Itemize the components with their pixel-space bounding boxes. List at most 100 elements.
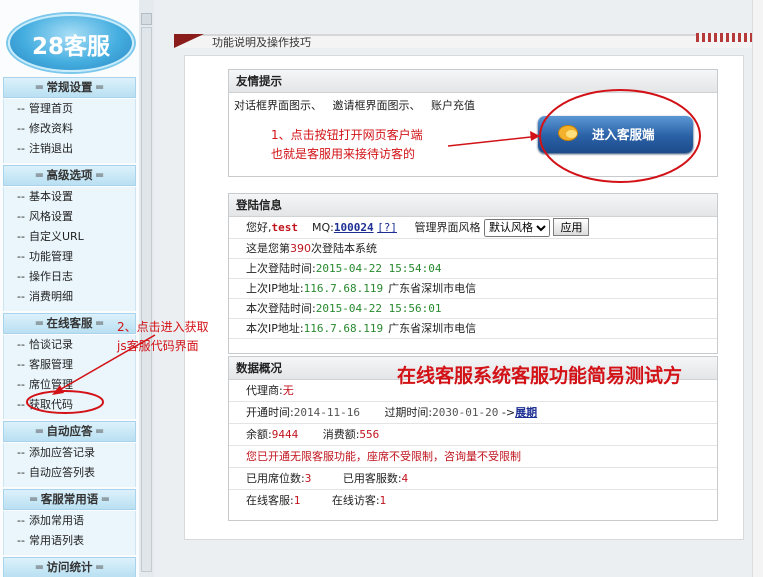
login-info-value: 116.7.68.119 xyxy=(303,322,384,335)
sidebar-item-prefix: -- xyxy=(17,398,25,411)
section-bar-icon: ═ xyxy=(30,492,41,506)
sidebar-section-title: 在线客服 xyxy=(46,316,93,330)
login-info-row: 上次登陆时间:2015-04-22 15:54:04 xyxy=(229,259,717,279)
login-info-row: 本次IP地址:116.7.68.119 广东省深圳市电信 xyxy=(229,319,717,339)
section-bar-icon: ═ xyxy=(92,316,104,330)
annotation-1: 1、点击按钮打开网页客户端 也就是客服用来接待访客的 xyxy=(271,126,423,164)
username: test xyxy=(271,221,299,234)
help-link[interactable]: [?] xyxy=(377,221,397,234)
link-sep: 、 xyxy=(311,99,322,112)
apply-button[interactable]: 应用 xyxy=(553,218,590,236)
sidebar-section-header[interactable]: ═ 客服常用语 ═ xyxy=(3,489,136,510)
login-info-value: 2015-04-22 15:54:04 xyxy=(315,262,442,275)
sidebar-item[interactable]: -- 自定义URL xyxy=(4,227,135,247)
style-label: 管理界面风格 xyxy=(414,221,481,234)
link-invite-dialog[interactable]: 邀请框界面图示 xyxy=(333,99,410,112)
annotation-1-line1: 1、点击按钮打开网页客户端 xyxy=(271,128,423,142)
link-recharge[interactable]: 账户充值 xyxy=(431,99,475,112)
section-bar-icon: ═ xyxy=(35,80,47,94)
notice-row: 您已开通无限客服功能，座席不受限制，咨询量不受限制 xyxy=(229,446,717,468)
balance-label: 余额: xyxy=(246,428,272,441)
agents-value: 4 xyxy=(401,472,409,485)
style-select[interactable]: 默认风格 xyxy=(483,218,550,237)
sidebar-section-header[interactable]: ═ 访问统计 ═ xyxy=(3,557,136,577)
sidebar-item[interactable]: -- 基本设置 xyxy=(4,187,135,207)
sidebar-menu-group: -- 管理首页 -- 修改资料 -- 注销退出 xyxy=(3,99,136,163)
sidebar-item-prefix: -- xyxy=(17,210,25,223)
extend-link[interactable]: 展期 xyxy=(515,406,537,419)
sidebar-item-label: 消费明细 xyxy=(28,290,73,303)
sidebar-item-label: 获取代码 xyxy=(28,398,73,411)
link-chat-dialog[interactable]: 对话框界面图示 xyxy=(234,99,311,112)
sidebar-item-prefix: -- xyxy=(17,230,25,243)
sidebar-item-label: 自动应答列表 xyxy=(28,466,95,479)
seats-label: 已用席位数: xyxy=(246,472,305,485)
sidebar-item-prefix: -- xyxy=(17,446,25,459)
sidebar-item[interactable]: -- 消费明细 xyxy=(4,287,135,307)
sidebar-item-label: 自定义URL xyxy=(28,230,84,243)
sidebar-item[interactable]: -- 修改资料 xyxy=(4,119,135,139)
online-value: 1 xyxy=(293,494,301,507)
expire-label: 过期时间: xyxy=(384,406,433,419)
login-count-row: 这是您第390次登陆本系统 xyxy=(229,239,717,259)
sidebar-section-header[interactable]: ═ 高级选项 ═ xyxy=(3,165,136,186)
sidebar-section-header[interactable]: ═ 自动应答 ═ xyxy=(3,421,136,442)
sidebar-item-prefix: -- xyxy=(17,358,25,371)
login-info-value: 116.7.68.119 xyxy=(303,282,384,295)
sidebar-item-prefix: -- xyxy=(17,142,25,155)
sidebar-item[interactable]: -- 席位管理 xyxy=(4,375,135,395)
open-label: 开通时间: xyxy=(246,406,294,419)
sidebar-item[interactable]: -- 添加应答记录 xyxy=(4,443,135,463)
link-sep: 、 xyxy=(409,99,421,112)
balance-value: 9444 xyxy=(271,428,299,441)
sidebar-item[interactable]: -- 风格设置 xyxy=(4,207,135,227)
sidebar-item-prefix: -- xyxy=(17,466,25,479)
login-info-label: 上次登陆时间: xyxy=(246,262,316,275)
sidebar-item[interactable]: -- 操作日志 xyxy=(4,267,135,287)
arrow-text: -> xyxy=(501,406,516,419)
enter-client-button[interactable]: 进入客服端 xyxy=(538,116,693,153)
section-bar-icon: ═ xyxy=(35,168,47,182)
sidebar-item[interactable]: -- 功能管理 xyxy=(4,247,135,267)
sidebar-item[interactable]: -- 恰谈记录 xyxy=(4,335,135,355)
count-post: 次登陆本系统 xyxy=(311,242,377,255)
sidebar-item-label: 操作日志 xyxy=(28,270,73,283)
sidebar-scrollbar[interactable] xyxy=(139,0,154,577)
sidebar-section-header[interactable]: ═ 常规设置 ═ xyxy=(3,77,136,98)
scroll-thumb[interactable] xyxy=(141,27,152,572)
section-bar-icon: ═ xyxy=(92,560,104,574)
sidebar-item-label: 功能管理 xyxy=(28,250,73,263)
sidebar-section-title: 客服常用语 xyxy=(40,492,99,506)
sidebar-section-title: 常规设置 xyxy=(46,80,93,94)
visitors-value: 1 xyxy=(379,494,387,507)
sidebar-item-prefix: -- xyxy=(17,290,25,303)
overlay-caption: 在线客服系统客服功能简易测试方 xyxy=(397,365,683,387)
sidebar-item-label: 添加常用语 xyxy=(28,514,84,527)
greeting-row: 您好,test MQ:100024 [?] 管理界面风格 默认风格 应用 xyxy=(229,217,717,239)
spent-value: 556 xyxy=(359,428,380,441)
login-header: 登陆信息 xyxy=(229,194,717,217)
sidebar-item-label: 常用语列表 xyxy=(28,534,84,547)
sidebar-item-label: 基本设置 xyxy=(28,190,73,203)
mq-label: MQ: xyxy=(312,221,334,234)
login-info-location: 广东省深圳市电信 xyxy=(388,282,477,295)
header-triangle-icon xyxy=(174,34,204,48)
sidebar-item[interactable]: -- 客服管理 xyxy=(4,355,135,375)
sidebar-item[interactable]: -- 管理首页 xyxy=(4,99,135,119)
sidebar-item[interactable]: -- 常用语列表 xyxy=(4,531,135,551)
sidebar-item[interactable]: -- 获取代码 xyxy=(4,395,135,415)
scroll-up-button[interactable] xyxy=(141,13,152,25)
login-panel: 登陆信息 您好,test MQ:100024 [?] 管理界面风格 默认风格 应… xyxy=(228,193,718,354)
sidebar-item[interactable]: -- 自动应答列表 xyxy=(4,463,135,483)
mq-number[interactable]: 100024 xyxy=(334,221,374,234)
sidebar-item-label: 客服管理 xyxy=(28,358,73,371)
sidebar-item-prefix: -- xyxy=(17,102,25,115)
section-bar-icon: ═ xyxy=(98,492,109,506)
login-info-value: 2015-04-22 15:56:01 xyxy=(315,302,442,315)
sidebar-item-prefix: -- xyxy=(17,534,25,547)
sidebar-item[interactable]: -- 添加常用语 xyxy=(4,511,135,531)
sidebar-item[interactable]: -- 注销退出 xyxy=(4,139,135,159)
sidebar-item-prefix: -- xyxy=(17,338,25,351)
sidebar-item-label: 注销退出 xyxy=(28,142,73,155)
sidebar-section-title: 自动应答 xyxy=(46,424,93,438)
